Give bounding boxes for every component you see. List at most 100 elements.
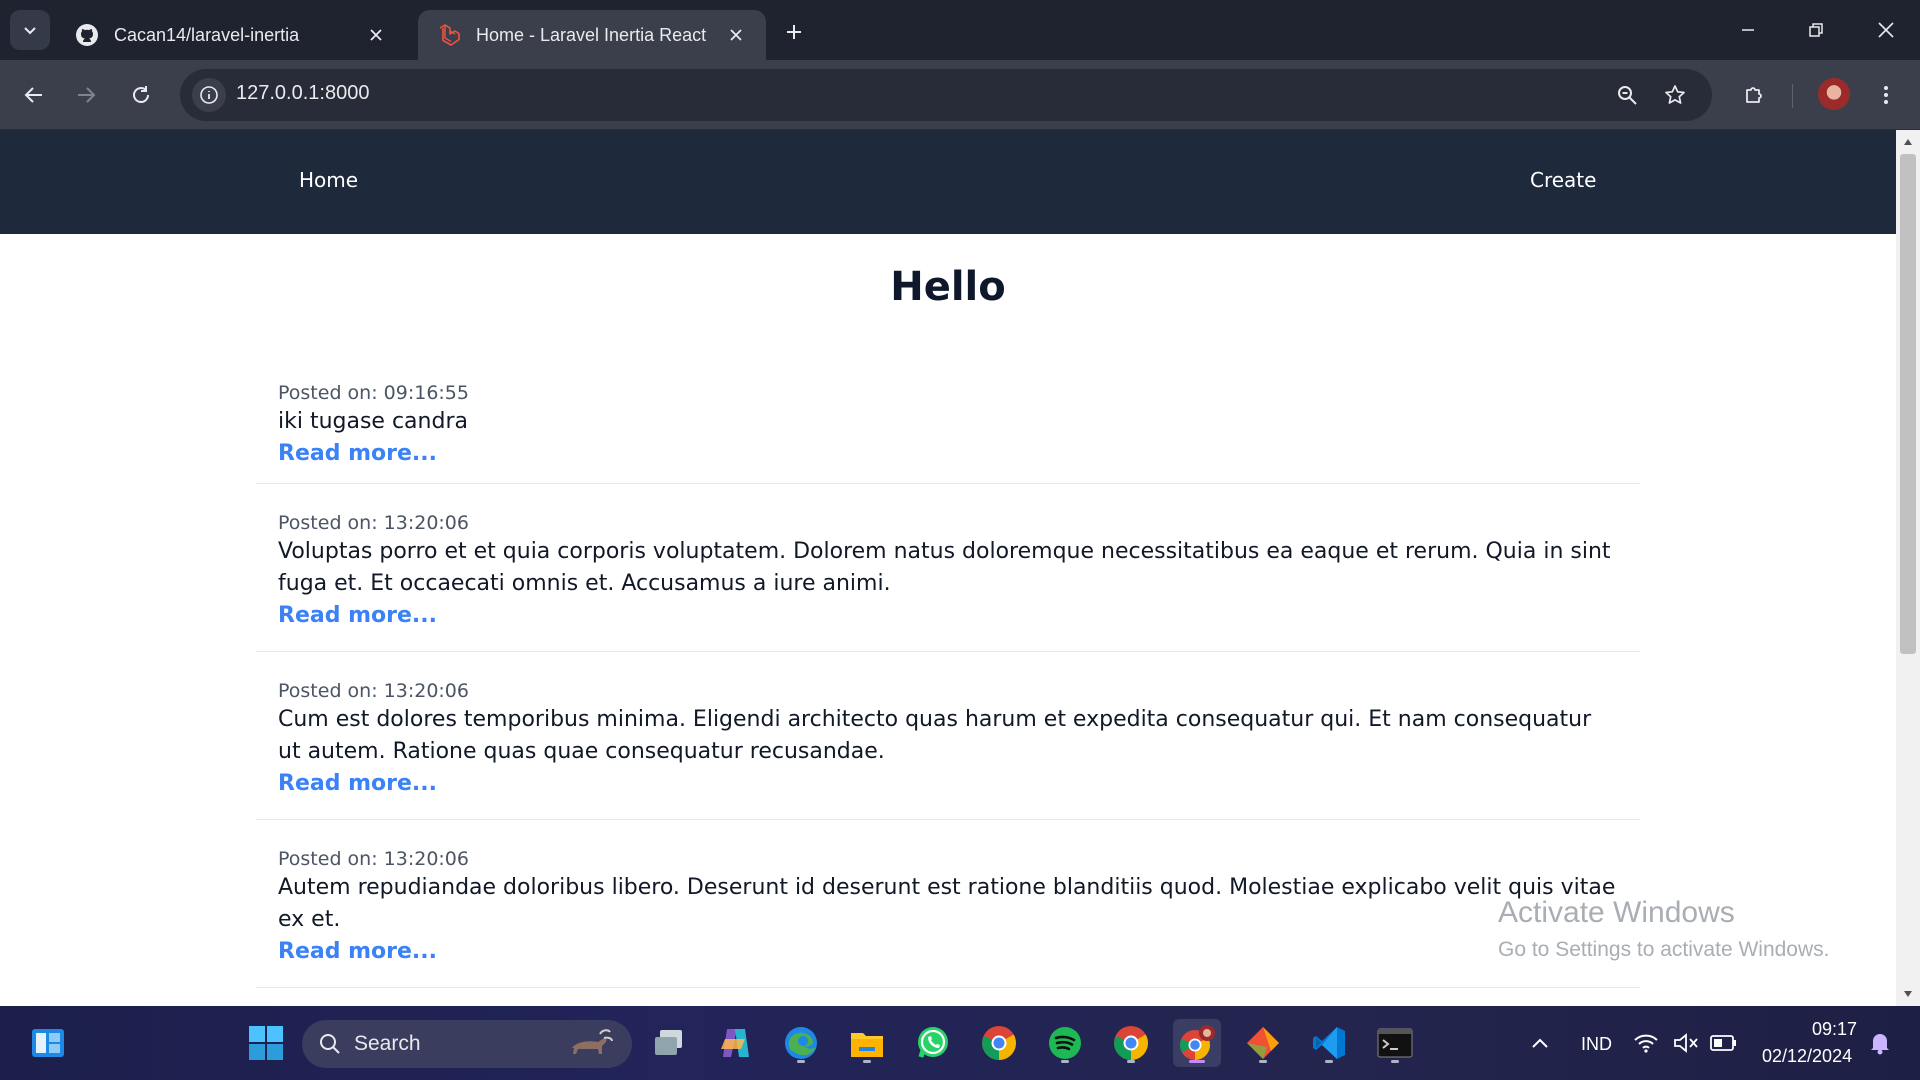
arrow-right-icon	[78, 87, 96, 103]
running-indicator	[863, 1060, 871, 1063]
page-scrollbar[interactable]	[1896, 130, 1920, 1006]
git-icon[interactable]	[1239, 1019, 1287, 1067]
chrome-icon[interactable]	[1107, 1019, 1155, 1067]
reload-icon	[133, 86, 149, 103]
site-navbar: Home Create	[0, 130, 1896, 234]
zoom-icon[interactable]	[1610, 78, 1644, 112]
minimize-icon	[1742, 29, 1754, 31]
running-indicator	[1325, 1060, 1333, 1063]
clock-date[interactable]: 02/12/2024	[1762, 1046, 1852, 1067]
scrollbar-thumb[interactable]	[1900, 154, 1916, 654]
read-more-link[interactable]: Read more...	[278, 438, 437, 470]
page-viewport: Home Create Hello Posted on: 09:16:55 ik…	[0, 130, 1896, 1006]
taskbar-search-label: Search	[354, 1032, 421, 1055]
edge-icon[interactable]	[777, 1019, 825, 1067]
file-explorer-icon[interactable]	[843, 1019, 891, 1067]
notification-bell-icon[interactable]	[1860, 1019, 1900, 1067]
search-icon	[320, 1034, 340, 1054]
post-item: Posted on: 13:20:06 Voluptas porro et et…	[256, 484, 1640, 652]
browser-tabstrip: Cacan14/laravel-inertia Home - Laravel I…	[0, 0, 1920, 60]
post-body: Cum est dolores temporibus minima. Elige…	[278, 707, 1592, 764]
nav-home-link[interactable]: Home	[299, 168, 358, 192]
chevron-up-icon[interactable]	[1515, 1019, 1565, 1067]
clock-time[interactable]: 09:17	[1812, 1019, 1857, 1040]
post-date: Posted on: 13:20:06	[278, 680, 469, 702]
back-button[interactable]	[12, 73, 56, 117]
puzzle-icon	[1746, 87, 1762, 103]
restore-button[interactable]	[1782, 0, 1850, 60]
chrome-profile-icon[interactable]	[1173, 1019, 1221, 1067]
url-text[interactable]: 127.0.0.1:8000	[236, 82, 369, 105]
chevron-down-icon	[24, 27, 36, 35]
bookmark-star-icon[interactable]	[1658, 78, 1692, 112]
arrow-left-icon	[24, 87, 42, 103]
profile-avatar[interactable]	[1818, 78, 1850, 110]
post-item: Posted on: 13:20:06 Cum est dolores temp…	[256, 652, 1640, 820]
tab-laravel[interactable]: Home - Laravel Inertia React	[418, 10, 766, 60]
running-indicator	[1259, 1060, 1267, 1063]
close-window-button[interactable]	[1852, 0, 1920, 60]
close-icon[interactable]	[364, 23, 388, 47]
read-more-link[interactable]: Read more...	[278, 768, 437, 800]
taskbar-search-box[interactable]: Search	[302, 1020, 632, 1068]
watermark-subtitle: Go to Settings to activate Windows.	[1498, 938, 1830, 961]
plus-icon	[787, 25, 801, 39]
nav-create-link[interactable]: Create	[1530, 168, 1596, 192]
windows-taskbar: Search IND 09:17 02/12/2024	[0, 1006, 1920, 1080]
address-bar[interactable]: 127.0.0.1:8000	[180, 69, 1712, 121]
read-more-link[interactable]: Read more...	[278, 936, 437, 968]
running-indicator	[797, 1060, 805, 1063]
new-tab-button[interactable]	[776, 14, 812, 50]
wifi-icon[interactable]	[1626, 1019, 1666, 1067]
spotify-icon[interactable]	[1041, 1019, 1089, 1067]
post-body: Voluptas porro et et quia corporis volup…	[278, 539, 1611, 596]
post-date: Posted on: 09:16:55	[278, 382, 469, 404]
forward-button[interactable]	[64, 73, 108, 117]
post-item: Posted on: 13:20:06 Autem repudiandae do…	[256, 820, 1640, 988]
tab-title: Cacan14/laravel-inertia	[114, 24, 300, 45]
moose-search-highlight-icon	[572, 1029, 613, 1054]
read-more-link[interactable]: Read more...	[278, 600, 437, 632]
post-item: Posted on: 09:16:55 iki tugase candra Re…	[256, 370, 1640, 484]
minimize-button[interactable]	[1714, 0, 1782, 60]
scroll-up-arrow-icon[interactable]	[1896, 132, 1920, 152]
vscode-icon[interactable]	[1305, 1019, 1353, 1067]
running-indicator	[1189, 1060, 1205, 1063]
tab-search-button[interactable]	[10, 10, 50, 50]
tab-title: Home - Laravel Inertia React	[476, 24, 707, 45]
task-view-icon[interactable]	[645, 1019, 693, 1067]
post-date: Posted on: 13:20:06	[278, 848, 469, 870]
chrome-icon[interactable]	[975, 1019, 1023, 1067]
running-indicator	[1127, 1060, 1135, 1063]
windows-start-icon[interactable]	[242, 1019, 290, 1067]
browser-toolbar: 127.0.0.1:8000	[0, 60, 1920, 130]
github-icon	[74, 22, 100, 48]
close-icon	[1878, 22, 1894, 38]
battery-icon[interactable]	[1704, 1019, 1744, 1067]
volume-muted-icon[interactable]	[1666, 1019, 1706, 1067]
site-info-icon[interactable]	[192, 78, 226, 112]
activate-windows-watermark: Activate Windows Go to Settings to activ…	[1498, 896, 1830, 962]
widgets-icon[interactable]	[24, 1019, 72, 1067]
close-icon[interactable]	[724, 23, 748, 47]
watermark-title: Activate Windows	[1498, 896, 1735, 929]
page-title: Hello	[890, 264, 1006, 310]
scroll-down-arrow-icon[interactable]	[1896, 984, 1920, 1004]
whatsapp-icon[interactable]	[909, 1019, 957, 1067]
post-body: Autem repudiandae doloribus libero. Dese…	[278, 875, 1616, 932]
post-body: iki tugase candra	[278, 409, 468, 434]
language-indicator[interactable]: IND	[1581, 1034, 1612, 1055]
copilot-icon[interactable]	[711, 1019, 759, 1067]
reload-button[interactable]	[119, 73, 163, 117]
tab-github[interactable]: Cacan14/laravel-inertia	[56, 10, 406, 60]
toolbar-divider	[1792, 84, 1793, 108]
extensions-button[interactable]	[1732, 73, 1776, 117]
terminal-icon[interactable]	[1371, 1019, 1419, 1067]
laravel-icon	[436, 22, 462, 48]
kebab-menu-icon	[1884, 86, 1888, 104]
restore-icon	[1809, 23, 1823, 37]
running-indicator	[1391, 1060, 1399, 1063]
post-date: Posted on: 13:20:06	[278, 512, 469, 534]
running-indicator	[1061, 1060, 1069, 1063]
menu-button[interactable]	[1864, 73, 1908, 117]
